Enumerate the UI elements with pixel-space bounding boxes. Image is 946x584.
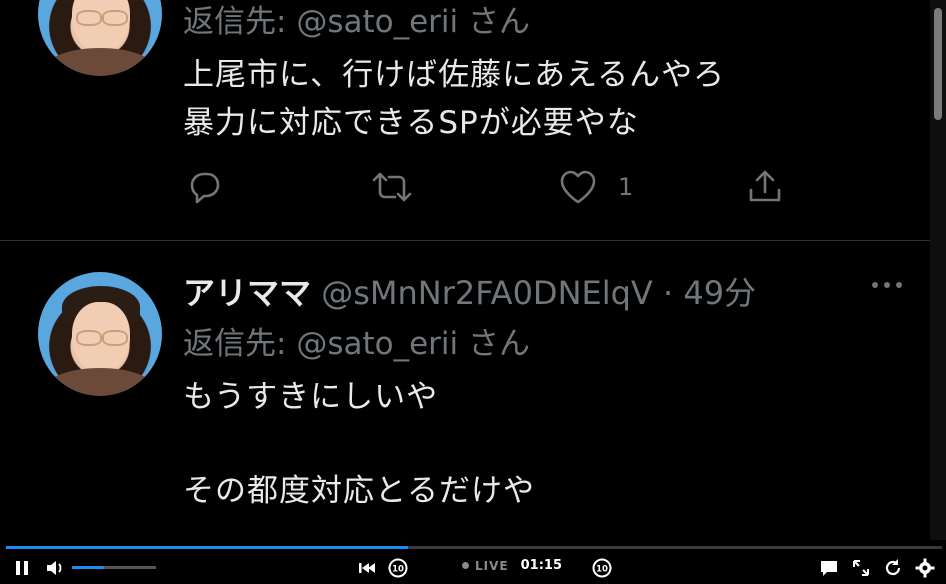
like-count: 1 [618, 173, 634, 201]
reply-suffix: さん [467, 326, 530, 362]
tweet-text-line: その都度対応とるだけや [183, 473, 535, 509]
player-controls: 10 LIVE 01:15 10 [0, 540, 946, 584]
fullscreen-icon [853, 560, 869, 576]
timecode: 01:15 [520, 558, 562, 573]
more-options-icon[interactable] [872, 282, 902, 288]
tweet-divider [0, 240, 930, 241]
forward-10-button[interactable]: 10 [590, 556, 614, 580]
retweet-button[interactable] [370, 168, 414, 206]
rewind-10-icon: 10 [388, 558, 408, 578]
video-frame: 返信先: @sato_erii さん 上尾市に、行けば佐藤にあえるんやろ 暴力に… [0, 0, 946, 546]
settings-button[interactable] [914, 558, 936, 578]
skip-to-start-icon [359, 563, 375, 573]
reply-handle-link[interactable]: @sato_erii [296, 4, 458, 40]
volume-level [72, 566, 104, 569]
forward-10-icon: 10 [592, 558, 612, 578]
reply-to-line: 返信先: @sato_erii さん [183, 318, 530, 363]
volume-button[interactable] [44, 558, 66, 578]
retweet-icon [372, 172, 412, 202]
tweet-header: アリママ @sMnNr2FA0DNElqV · 49分 [183, 268, 756, 314]
tweet-text-line: 暴力に対応できるSPが必要やな [183, 105, 639, 141]
svg-text:10: 10 [596, 565, 608, 575]
rewind-10-button[interactable]: 10 [386, 556, 410, 580]
avatar[interactable] [38, 272, 162, 396]
heart-icon [560, 170, 596, 204]
svg-text:10: 10 [392, 565, 404, 575]
pause-icon [16, 561, 28, 575]
tweet-text-line: もうすきにしいや [183, 379, 439, 415]
volume-icon [47, 561, 62, 575]
reply-to-line: 返信先: @sato_erii さん [183, 0, 530, 41]
skip-to-start-button[interactable] [356, 558, 378, 578]
captions-icon [821, 561, 837, 576]
share-icon [749, 170, 781, 202]
like-button[interactable]: 1 [558, 168, 633, 206]
reply-button[interactable] [186, 168, 224, 206]
share-button[interactable] [746, 168, 784, 206]
user-handle[interactable]: @sMnNr2FA0DNElqV [321, 274, 653, 312]
pause-button[interactable] [12, 558, 32, 578]
progress-fill [6, 546, 408, 549]
scrollbar-thumb[interactable] [934, 8, 942, 120]
reply-prefix: 返信先: [183, 326, 287, 362]
refresh-button[interactable] [882, 558, 904, 578]
separator-dot: · [662, 274, 674, 312]
reply-icon [190, 172, 220, 204]
display-name[interactable]: アリママ [183, 274, 311, 312]
settings-icon [915, 558, 935, 578]
reply-handle-link[interactable]: @sato_erii [296, 326, 458, 362]
captions-button[interactable] [818, 558, 840, 578]
fullscreen-button[interactable] [850, 558, 872, 578]
live-indicator: LIVE 01:15 [462, 558, 562, 573]
avatar[interactable] [38, 0, 162, 76]
tweet-text-line: 上尾市に、行けば佐藤にあえるんやろ [183, 57, 726, 93]
reply-prefix: 返信先: [183, 4, 287, 40]
live-label: LIVE [475, 558, 509, 573]
live-dot [462, 562, 469, 569]
reply-suffix: さん [467, 4, 530, 40]
refresh-icon [885, 559, 901, 576]
tweet-timestamp[interactable]: 49分 [683, 274, 756, 312]
